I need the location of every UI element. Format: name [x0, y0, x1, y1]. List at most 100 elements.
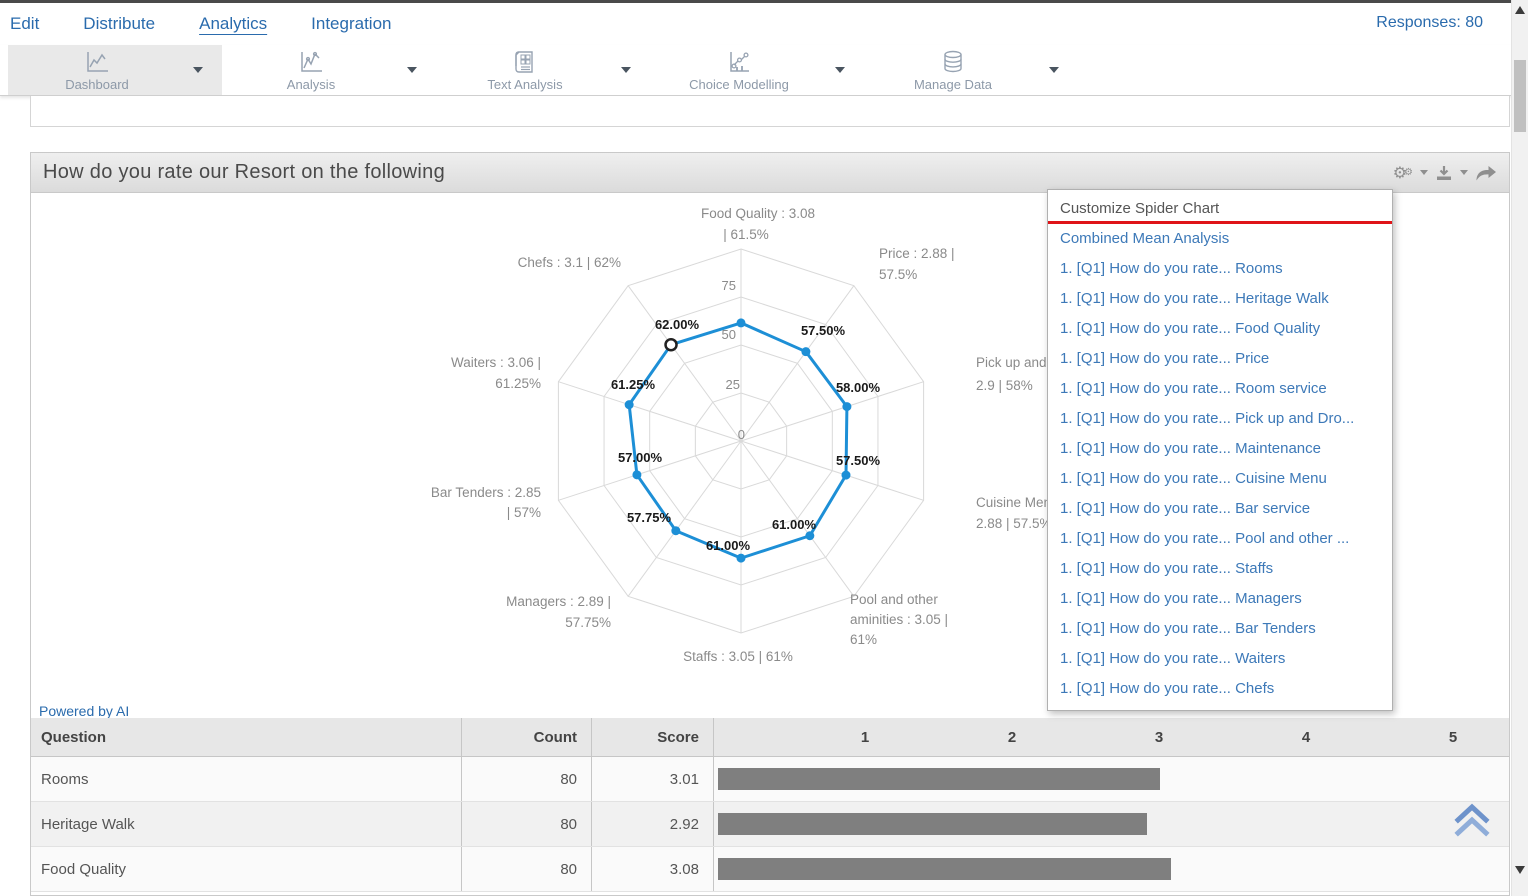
menu-item[interactable]: Customize Spider Chart [1048, 194, 1392, 224]
score-bar [718, 858, 1171, 880]
menu-item[interactable]: 1. [Q1] How do you rate... Bar service [1048, 494, 1392, 524]
radar-point-label: 58.00% [836, 380, 881, 395]
nav-item-analytics[interactable]: Analytics [199, 14, 267, 34]
menu-item[interactable]: 1. [Q1] How do you rate... Managers [1048, 584, 1392, 614]
choice-modelling-icon [725, 49, 753, 75]
responses-count: Responses: 80 [1376, 14, 1483, 32]
menu-item[interactable]: 1. [Q1] How do you rate... Heritage Walk [1048, 284, 1392, 314]
radar-axis-label: Managers : 2.89 | [506, 594, 611, 609]
menu-item[interactable]: 1. [Q1] How do you rate... Maintenance [1048, 434, 1392, 464]
analysis-dropdown-caret[interactable] [407, 67, 417, 73]
menu-item[interactable]: 1. [Q1] How do you rate... Rooms [1048, 254, 1392, 284]
radar-axis-label: | 61.5% [723, 227, 769, 242]
menu-item[interactable]: 1. [Q1] How do you rate... Pick up and D… [1048, 404, 1392, 434]
text-analysis-dropdown-caret[interactable] [621, 67, 631, 73]
radar-spoke [741, 286, 854, 441]
radar-axis-label: 2.88 | 57.5% [976, 516, 1052, 531]
choice-modelling-dropdown-caret[interactable] [835, 67, 845, 73]
bar-cell [713, 847, 1509, 891]
table-row: Heritage Walk802.92 [31, 802, 1509, 847]
menu-item[interactable]: 1. [Q1] How do you rate... Pool and othe… [1048, 524, 1392, 554]
dashboard-dropdown-caret[interactable] [193, 67, 203, 73]
spider-chart-panel: How do you rate our Resort on the follow… [30, 152, 1510, 896]
score-table: Question Count Score 12345 Rooms803.01He… [31, 718, 1509, 892]
radar-axis-label: Price : 2.88 | [879, 246, 955, 261]
menu-item[interactable]: 1. [Q1] How do you rate... Food Quality [1048, 314, 1392, 344]
col-header-scale: 12345 [713, 718, 1509, 756]
menu-item[interactable]: 1. [Q1] How do you rate... Chefs [1048, 674, 1392, 704]
question-cell: Heritage Walk [31, 802, 461, 846]
download-icon[interactable] [1435, 165, 1453, 181]
col-header-score: Score [591, 718, 713, 756]
count-cell: 80 [461, 802, 591, 846]
scale-header-number: 2 [997, 718, 1027, 757]
radar-axis-label: aminities : 3.05 | [850, 612, 948, 627]
radar-axis-label: Pool and other [850, 592, 938, 607]
radar-point[interactable] [737, 554, 746, 563]
radar-point-highlighted[interactable] [666, 339, 677, 350]
question-cell: Food Quality [31, 847, 461, 891]
download-caret-icon[interactable] [1460, 170, 1468, 175]
nav-item-distribute[interactable]: Distribute [83, 14, 155, 34]
radar-point[interactable] [805, 531, 814, 540]
score-bar [718, 768, 1160, 790]
toolbar-item-analysis[interactable]: Analysis [222, 45, 436, 95]
col-header-question: Question [31, 718, 461, 756]
score-bar [718, 813, 1147, 835]
analysis-chart-icon [297, 49, 325, 75]
panel-title: How do you rate our Resort on the follow… [43, 161, 445, 184]
share-icon[interactable] [1475, 165, 1497, 181]
red-highlight-box [1048, 194, 1392, 224]
menu-item[interactable]: 1. [Q1] How do you rate... Waiters [1048, 644, 1392, 674]
radar-point[interactable] [625, 400, 634, 409]
radar-axis-label: Staffs : 3.05 | 61% [683, 649, 793, 664]
radar-point-label: 57.50% [836, 453, 881, 468]
nav-item-integration[interactable]: Integration [311, 14, 391, 34]
radar-point[interactable] [841, 471, 850, 480]
scale-header-number: 5 [1438, 718, 1468, 757]
toolbar-item-choice-modelling[interactable]: Choice Modelling [650, 45, 864, 95]
radar-point-label: 61.00% [772, 517, 817, 532]
radar-axis-label: Bar Tenders : 2.85 [431, 485, 541, 500]
scroll-to-top-button[interactable] [1452, 801, 1492, 841]
radar-axis-label: Waiters : 3.06 | [451, 355, 541, 370]
menu-item[interactable]: 1. [Q1] How do you rate... Staffs [1048, 554, 1392, 584]
toolbar-item-label: Text Analysis [487, 77, 562, 92]
radar-point-label: 62.00% [655, 317, 700, 332]
menu-item[interactable]: 1. [Q1] How do you rate... Bar Tenders [1048, 614, 1392, 644]
text-analysis-icon [511, 49, 539, 75]
powered-by-ai-link[interactable]: Powered by AI [39, 703, 129, 719]
toolbar-item-manage-data[interactable]: Manage Data [864, 45, 1078, 95]
radar-point[interactable] [632, 470, 641, 479]
radar-point[interactable] [801, 347, 810, 356]
scale-header-number: 1 [850, 718, 880, 757]
menu-item[interactable]: 1. [Q1] How do you rate... Price [1048, 344, 1392, 374]
scale-header-number: 3 [1144, 718, 1174, 757]
scrollbar-down-arrow-icon[interactable] [1515, 866, 1525, 874]
table-row: Food Quality803.08 [31, 847, 1509, 892]
radar-axis-label: 57.75% [565, 615, 611, 630]
radar-point[interactable] [671, 526, 680, 535]
col-header-count: Count [461, 718, 591, 756]
toolbar-item-label: Analysis [287, 77, 335, 92]
radar-axis-label: Chefs : 3.1 | 62% [518, 255, 621, 270]
manage-data-dropdown-caret[interactable] [1049, 67, 1059, 73]
scrollbar-up-arrow-icon[interactable] [1515, 6, 1525, 14]
radar-point[interactable] [842, 402, 851, 411]
count-cell: 80 [461, 847, 591, 891]
radar-spoke [628, 286, 741, 441]
settings-caret-icon[interactable] [1420, 170, 1428, 175]
scrollbar-thumb[interactable] [1514, 60, 1526, 132]
bar-cell [713, 802, 1509, 846]
settings-gears-icon[interactable]: ⚙⚙ [1393, 163, 1413, 182]
radar-point[interactable] [737, 318, 746, 327]
toolbar-item-label: Choice Modelling [689, 77, 789, 92]
toolbar-item-text-analysis[interactable]: Text Analysis [436, 45, 650, 95]
menu-item[interactable]: 1. [Q1] How do you rate... Room service [1048, 374, 1392, 404]
toolbar-item-dashboard[interactable]: Dashboard [8, 45, 222, 95]
menu-item[interactable]: Combined Mean Analysis [1048, 224, 1392, 254]
nav-item-edit[interactable]: Edit [10, 14, 39, 34]
vertical-scrollbar[interactable] [1511, 0, 1528, 896]
menu-item[interactable]: 1. [Q1] How do you rate... Cuisine Menu [1048, 464, 1392, 494]
radar-point-label: 61.25% [611, 377, 656, 392]
